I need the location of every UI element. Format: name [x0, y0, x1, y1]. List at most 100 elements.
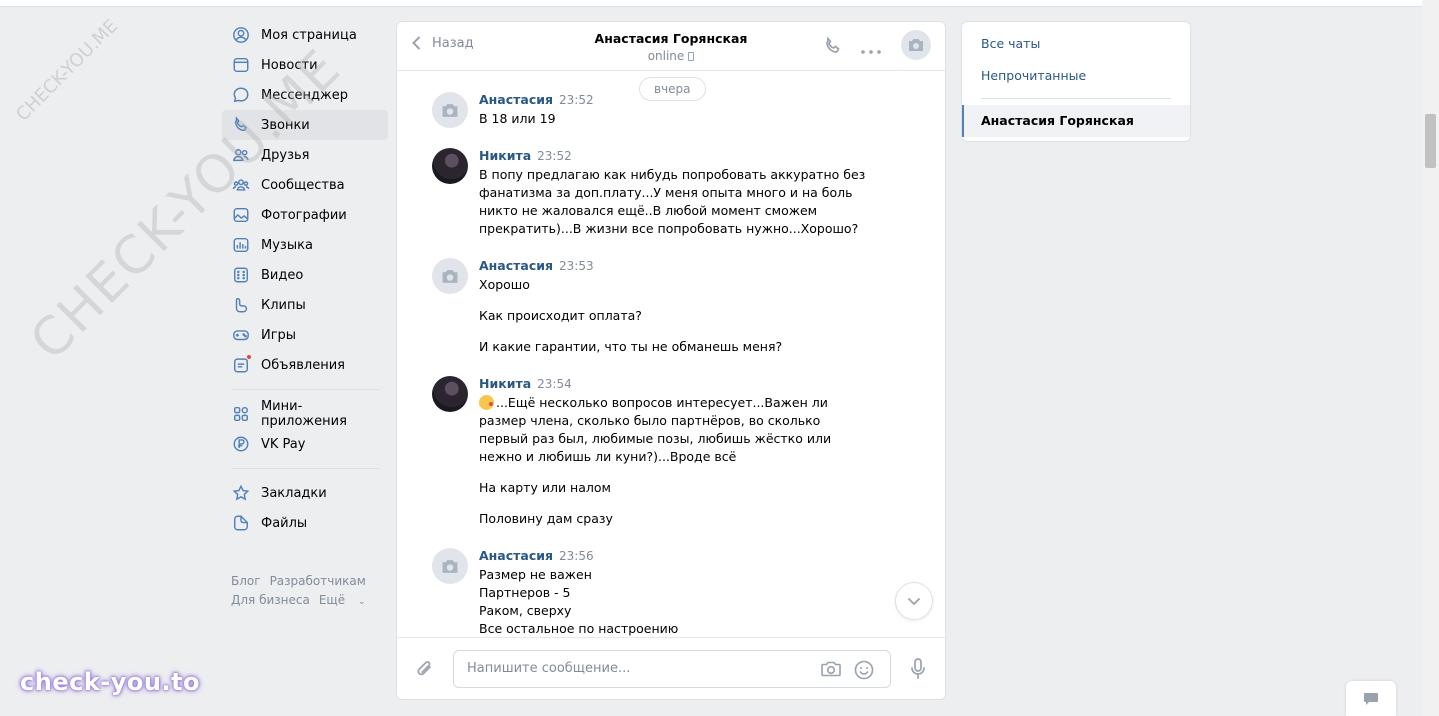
- active-chat-item[interactable]: Анастасия Горянская: [962, 105, 1190, 137]
- nav-item-files[interactable]: Файлы: [222, 508, 388, 538]
- message-time: 23:52: [559, 93, 594, 107]
- nav-label: Мини-приложения: [260, 399, 347, 429]
- message-author[interactable]: Анастасия: [479, 548, 553, 563]
- nav-item-mini-apps[interactable]: Мини-приложения: [222, 399, 388, 429]
- footer-link-business[interactable]: Для бизнеса: [231, 593, 310, 607]
- message-time: 23:52: [537, 149, 572, 163]
- message-text: И какие гарантии, что ты не обманешь мен…: [479, 339, 783, 354]
- watermark-brand: check-you.to: [20, 668, 201, 696]
- nav-item-clips[interactable]: Клипы: [222, 290, 388, 320]
- smile-icon: [854, 660, 874, 680]
- kiss-emoji-icon: [479, 395, 494, 410]
- nav-label: Файлы: [261, 515, 308, 531]
- clips-icon: [231, 295, 251, 315]
- nav-label: VK Pay: [261, 436, 306, 452]
- scrollbar-thumb[interactable]: [1425, 114, 1436, 168]
- message-text: Половину дам сразу: [479, 511, 613, 526]
- day-separator: вчера: [639, 77, 706, 101]
- attach-button[interactable]: [415, 658, 435, 684]
- nav-item-music[interactable]: Музыка: [222, 230, 388, 260]
- message-time: 23:53: [559, 259, 594, 273]
- classifieds-icon: [231, 354, 252, 375]
- active-chat-label: Анастасия Горянская: [981, 113, 1134, 128]
- footer-link-developers[interactable]: Разработчикам: [270, 574, 366, 588]
- footer-link-blog[interactable]: Блог: [231, 574, 261, 588]
- message-time: 23:54: [537, 377, 572, 391]
- watermark-small: CHECK-YOU.ME: [12, 15, 123, 126]
- sender-avatar[interactable]: [432, 92, 468, 128]
- nav-label: Игры: [261, 327, 297, 343]
- camera-attach-button[interactable]: [820, 659, 842, 683]
- message-text: Хорошо: [479, 277, 530, 292]
- scroll-down-button[interactable]: [895, 582, 933, 620]
- nav-separator: [232, 389, 380, 390]
- message-input-box[interactable]: [453, 650, 891, 688]
- nav-label: Сообщества: [261, 177, 345, 193]
- nav-item-games[interactable]: Игры: [222, 320, 388, 350]
- camera-icon: [909, 39, 923, 51]
- filter-all-chats[interactable]: Все чаты: [981, 36, 1040, 51]
- camera-icon: [442, 103, 458, 117]
- camera-icon: [821, 661, 841, 677]
- bookmark-star-icon: [231, 483, 251, 503]
- page-scrollbar[interactable]: [1422, 0, 1439, 716]
- message-text: Все остальное по настроению: [479, 621, 679, 636]
- nav-item-photos[interactable]: Фотографии: [222, 200, 388, 230]
- message-author[interactable]: Никита: [479, 376, 531, 391]
- call-button[interactable]: [823, 36, 843, 60]
- chevron-down-icon: [907, 597, 921, 605]
- more-button[interactable]: [860, 44, 882, 59]
- message-author[interactable]: Никита: [479, 148, 531, 163]
- message-body: ...Ещё несколько вопросов интересует...В…: [479, 394, 869, 528]
- message-header: Никита 23:52: [479, 148, 572, 164]
- message-header: Анастасия 23:52: [479, 92, 594, 108]
- chat-widget-button[interactable]: [1346, 681, 1396, 716]
- nav-item-vk-pay[interactable]: VK Pay: [222, 429, 388, 459]
- microphone-icon: [911, 658, 925, 679]
- message-body: В попу предлагаю как нибудь попробовать …: [479, 166, 869, 238]
- sender-avatar[interactable]: [432, 376, 468, 412]
- nav-item-classifieds[interactable]: Объявления: [222, 350, 388, 380]
- message-input[interactable]: [467, 661, 797, 676]
- chat-bubble-icon: [1364, 692, 1378, 705]
- nav-item-bookmarks[interactable]: Закладки: [222, 478, 388, 508]
- photo-icon: [231, 205, 251, 225]
- sender-avatar[interactable]: [432, 548, 468, 584]
- chat-filter-panel: Все чаты Непрочитанные Анастасия Горянск…: [961, 21, 1191, 142]
- phone-icon: [826, 36, 840, 53]
- chat-avatar[interactable]: [901, 30, 931, 60]
- nav-label: Фотографии: [261, 207, 347, 223]
- message-text: Как происходит оплата?: [479, 308, 642, 323]
- music-icon: [231, 235, 251, 255]
- mobile-icon: [688, 52, 695, 61]
- nav-label: Закладки: [261, 485, 327, 501]
- emoji-button[interactable]: [853, 659, 875, 685]
- status-text: online: [647, 49, 685, 63]
- footer-more-label: Ещё: [318, 593, 346, 607]
- message-list: Анастасия 23:52 В 18 или 19 Никита 23:52 В…: [397, 72, 945, 638]
- chat-header: Назад Анастасия Горянская online: [397, 22, 945, 71]
- filter-unread[interactable]: Непрочитанные: [981, 68, 1086, 83]
- footer-links: Блог Разработчикам Для бизнеса Ещё ⌄: [231, 572, 384, 612]
- message-header: Никита 23:54: [479, 376, 572, 392]
- games-icon: [231, 325, 251, 345]
- camera-icon: [442, 559, 458, 573]
- message-text: Раком, сверху: [479, 603, 572, 618]
- vkpay-icon: [231, 434, 251, 454]
- message-time: 23:56: [559, 549, 594, 563]
- message-text: ...Ещё несколько вопросов интересует...В…: [479, 394, 869, 466]
- message-author[interactable]: Анастасия: [479, 258, 553, 273]
- voice-message-button[interactable]: [909, 657, 927, 685]
- message-header: Анастасия 23:53: [479, 258, 594, 274]
- nav-label: Объявления: [261, 357, 345, 373]
- sender-avatar[interactable]: [432, 148, 468, 184]
- footer-link-more[interactable]: Ещё ⌄: [319, 593, 375, 607]
- nav-label: Клипы: [261, 297, 306, 313]
- sender-avatar[interactable]: [432, 258, 468, 294]
- nav-item-video[interactable]: Видео: [222, 260, 388, 290]
- nav-separator: [232, 468, 380, 469]
- message-text: На карту или налом: [479, 480, 611, 495]
- message-author[interactable]: Анастасия: [479, 92, 553, 107]
- message-text: Размер не важен: [479, 567, 592, 582]
- message-body: Хорошо Как происходит оплата? И какие га…: [479, 276, 869, 356]
